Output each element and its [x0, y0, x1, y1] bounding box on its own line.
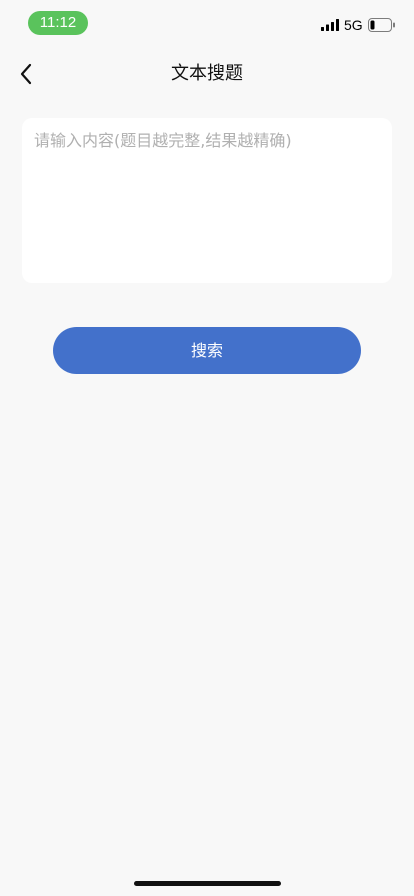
- network-type: 5G: [344, 17, 363, 33]
- question-input[interactable]: [34, 130, 380, 271]
- question-input-card: [22, 118, 392, 283]
- home-indicator[interactable]: [134, 881, 281, 886]
- signal-bars-icon: [321, 19, 339, 31]
- status-bar: 11:12 5G: [0, 0, 414, 48]
- status-time: 11:12: [28, 11, 88, 35]
- nav-bar: 文本搜题: [0, 50, 414, 98]
- battery-icon: [368, 18, 395, 32]
- search-button[interactable]: 搜索: [53, 327, 361, 374]
- page-title: 文本搜题: [171, 63, 243, 84]
